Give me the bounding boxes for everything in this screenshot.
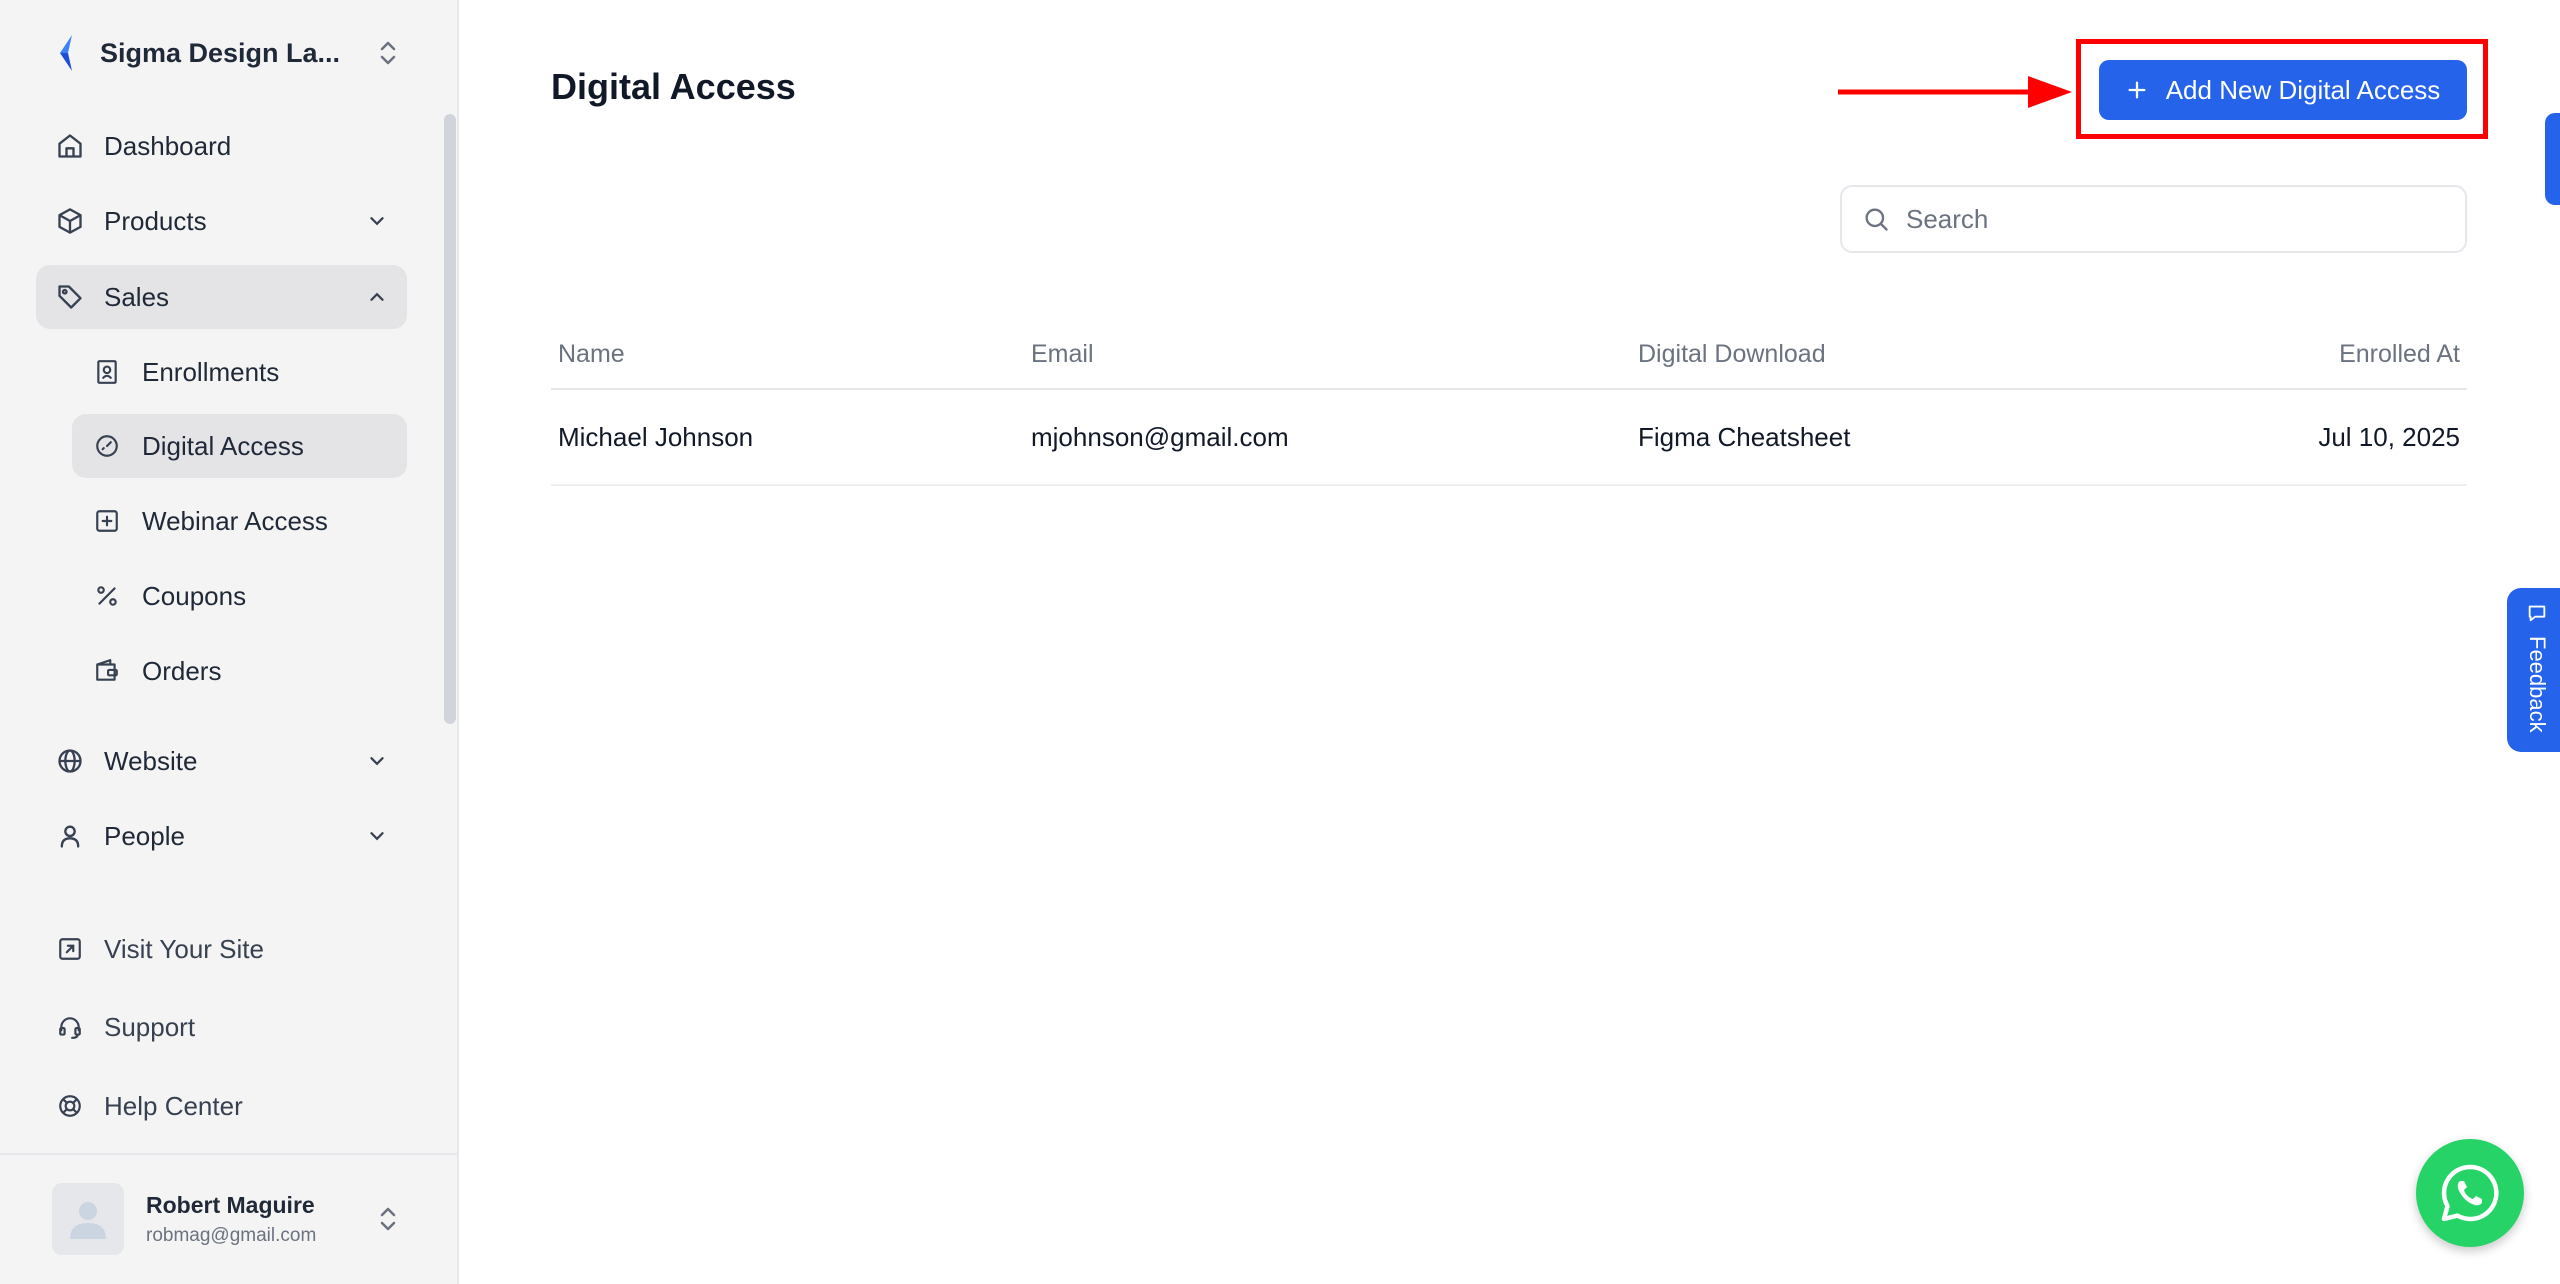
sidebar-item-label: Enrollments <box>142 356 280 387</box>
whatsapp-icon <box>2438 1161 2502 1225</box>
tag-icon <box>36 283 104 311</box>
cell-enrolled-at: Jul 10, 2025 <box>2318 421 2460 452</box>
column-header-name[interactable]: Name <box>558 340 625 369</box>
column-header-email[interactable]: Email <box>1031 340 1094 369</box>
sidebar-item-sales[interactable]: Sales <box>36 265 407 329</box>
gauge-icon <box>72 433 142 459</box>
user-name: Robert Maguire <box>146 1191 315 1218</box>
sidebar-item-coupons[interactable]: Coupons <box>72 564 407 628</box>
workspace-name: Sigma Design La... <box>100 37 341 68</box>
sidebar-item-label: Website <box>104 745 198 776</box>
page-title: Digital Access <box>551 66 796 107</box>
box-icon <box>36 207 104 235</box>
feedback-label: Feedback <box>2525 636 2550 733</box>
sidebar-divider <box>0 1153 459 1155</box>
side-edge-tab[interactable] <box>2545 113 2560 205</box>
visit-your-site-link[interactable]: Visit Your Site <box>36 917 407 981</box>
chevron-down-icon <box>347 750 407 772</box>
sidebar-item-label: Products <box>104 205 207 236</box>
search-icon <box>1862 205 1890 233</box>
percent-icon <box>72 583 142 609</box>
home-icon <box>36 132 104 160</box>
user-icon <box>36 822 104 850</box>
annotation-arrow-icon <box>1838 76 2072 108</box>
sidebar-item-label: Visit Your Site <box>104 933 264 964</box>
chevron-up-down-icon <box>368 1204 408 1234</box>
wallet-icon <box>72 658 142 684</box>
cell-name: Michael Johnson <box>558 421 754 452</box>
sidebar-item-label: Dashboard <box>104 130 232 161</box>
lifebuoy-icon <box>36 1093 104 1119</box>
table-header: Name Email Digital Download Enrolled At <box>551 320 2467 390</box>
sidebar-item-label: Sales <box>104 281 170 312</box>
sidebar-item-label: Coupons <box>142 580 247 611</box>
sidebar-item-label: Digital Access <box>142 430 304 461</box>
column-header-enrolled-at[interactable]: Enrolled At <box>2339 340 2460 369</box>
sidebar-item-website[interactable]: Website <box>36 729 407 793</box>
sidebar-item-label: Webinar Access <box>142 505 328 536</box>
avatar <box>52 1183 124 1255</box>
workspace-switcher[interactable]: Sigma Design La... <box>36 22 408 84</box>
feedback-tab[interactable]: Feedback <box>2507 588 2560 752</box>
sidebar-item-dashboard[interactable]: Dashboard <box>36 114 407 178</box>
chat-bubble-icon <box>2526 602 2548 624</box>
headset-icon <box>36 1014 104 1040</box>
help-center-link[interactable]: Help Center <box>36 1074 407 1138</box>
user-email: robmag@gmail.com <box>146 1224 317 1246</box>
globe-icon <box>36 747 104 775</box>
cell-digital-download: Figma Cheatsheet <box>1638 421 1851 452</box>
search-box[interactable] <box>1840 185 2467 253</box>
sidebar: Sigma Design La... Dashboard Products Sa… <box>0 0 459 1284</box>
column-header-digital-download[interactable]: Digital Download <box>1638 340 1826 369</box>
whatsapp-button[interactable] <box>2416 1139 2524 1247</box>
table-row[interactable]: Michael Johnson mjohnson@gmail.com Figma… <box>551 390 2467 486</box>
user-menu[interactable]: Robert Maguire robmag@gmail.com <box>52 1182 408 1256</box>
sidebar-item-webinar-access[interactable]: Webinar Access <box>72 489 407 553</box>
external-link-icon <box>36 936 104 962</box>
sidebar-scrollbar-thumb[interactable] <box>444 114 456 724</box>
chevron-up-down-icon[interactable] <box>368 33 408 73</box>
brand-logo-icon <box>36 22 100 84</box>
chevron-down-icon <box>347 825 407 847</box>
plus-icon <box>2126 79 2148 101</box>
sidebar-item-enrollments[interactable]: Enrollments <box>72 340 407 404</box>
sidebar-item-label: Orders <box>142 655 222 686</box>
add-new-digital-access-button[interactable]: Add New Digital Access <box>2099 60 2467 120</box>
chevron-up-icon <box>347 286 407 308</box>
sidebar-item-label: Help Center <box>104 1090 243 1121</box>
digital-access-table: Name Email Digital Download Enrolled At … <box>551 320 2467 486</box>
sidebar-item-label: Support <box>104 1011 196 1042</box>
sidebar-item-digital-access[interactable]: Digital Access <box>72 414 407 478</box>
add-button-label: Add New Digital Access <box>2165 74 2441 105</box>
chevron-down-icon <box>347 210 407 232</box>
sidebar-item-people[interactable]: People <box>36 804 407 868</box>
cell-email: mjohnson@gmail.com <box>1031 421 1289 452</box>
sidebar-item-products[interactable]: Products <box>36 189 407 253</box>
support-link[interactable]: Support <box>36 995 407 1059</box>
sidebar-item-orders[interactable]: Orders <box>72 639 407 703</box>
sidebar-item-label: People <box>104 820 185 851</box>
search-input[interactable] <box>1906 203 2465 235</box>
contact-card-icon <box>72 359 142 385</box>
plus-square-icon <box>72 508 142 534</box>
